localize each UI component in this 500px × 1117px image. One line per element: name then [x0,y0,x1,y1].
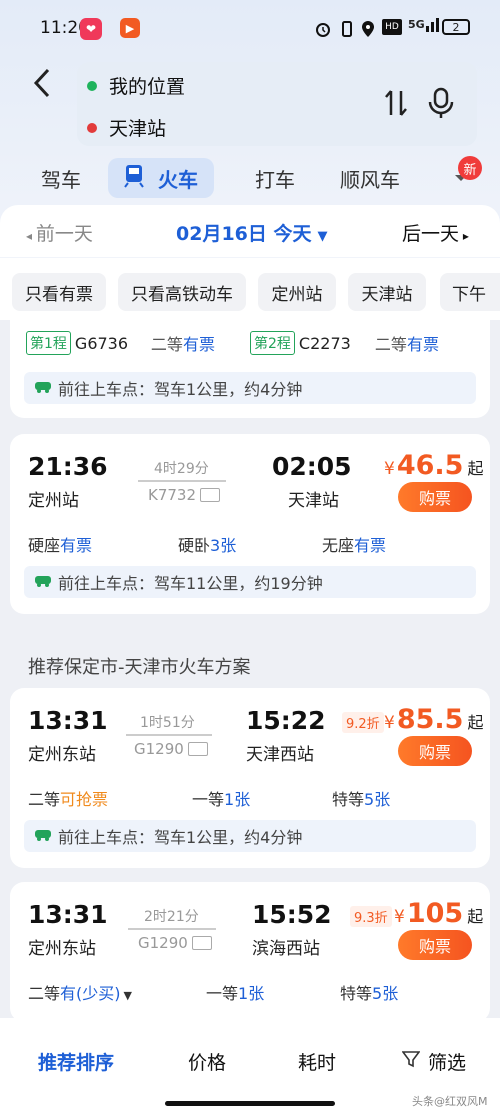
duration: 4时29分 [154,461,209,477]
id-card-icon [200,488,221,502]
seat-info: 一等1张 [206,984,265,1003]
id-card-icon [191,936,212,950]
filter-high-speed[interactable]: 只看高铁动车 [118,273,246,311]
battery-icon: 2 [442,19,470,35]
destination-dot-icon [87,122,97,133]
leg2-tag: 第2程 [250,331,295,355]
sort-price[interactable]: 价格 [188,1048,226,1075]
section-title: 推荐保定市-天津市火车方案 [28,657,251,678]
transfer-card[interactable]: 第1程 G6736 二等 有票 第2程 C2273 二等 有票 前往上车点：驾车1公… [10,320,490,418]
route-hint[interactable]: 前往上车点：驾车1公里，约4分钟 [24,372,476,404]
id-card-icon [187,742,208,756]
leg1-tag: 第1程 [26,331,71,355]
discount-badge: 9.2折 [342,712,384,733]
arrival-station: 滨海西站 [252,939,320,959]
vibrate-icon [338,20,356,38]
filter-button[interactable]: 筛选 [401,1048,466,1075]
buy-ticket-button[interactable]: 购票 [398,736,472,766]
date-selector[interactable]: 02月16日 今天 ▼ [176,219,328,246]
sort-duration[interactable]: 耗时 [298,1048,336,1075]
ticket-price: ¥46.5 起 [384,450,484,481]
location-icon [360,20,376,38]
car-icon [34,378,52,398]
seat-info[interactable]: 二等有(少买) ▼ [28,980,132,1004]
train-number: G1290 [134,740,208,758]
sort-recommended[interactable]: 推荐排序 [38,1048,114,1075]
tab-train[interactable]: 火车 [108,158,214,198]
date-bar: ◂ 前一天 02月16日 今天 ▼ 后一天 ▸ [0,205,500,257]
origin-dot-icon [87,80,97,91]
buy-ticket-button[interactable]: 购票 [398,482,472,512]
origin-row[interactable]: 我的位置 [87,72,185,99]
duration-arrow [138,480,226,482]
home-indicator[interactable] [165,1101,335,1106]
destination-row[interactable]: 天津站 [87,114,166,141]
hd-icon: HD [382,19,402,35]
seat-info: 无座有票 [322,536,387,555]
seat-info: 硬座有票 [28,536,93,555]
filter-tianjin-station[interactable]: 天津站 [348,273,426,311]
leg2-train: C2273 [298,333,351,353]
filter-chips: 只看有票 只看高铁动车 定州站 天津站 下午 [0,258,500,320]
departure-time: 13:31 [28,706,108,735]
route-hint[interactable]: 前往上车点：驾车1公里，约4分钟 [24,820,476,852]
duration-arrow [128,928,216,930]
seat-info: 特等5张 [332,790,391,809]
car-icon [34,826,52,846]
next-day-button[interactable]: 后一天 ▸ [402,219,469,246]
duration: 1时51分 [140,715,195,731]
train-card[interactable]: 13:31 定州东站 2时21分 G1290 15:52 滨海西站 9.3折 ¥… [10,882,490,1022]
seat-info: 特等5张 [340,984,399,1003]
train-number: G1290 [138,934,212,952]
arrival-time: 15:22 [246,706,326,735]
funnel-icon [401,1050,421,1073]
signal-icon: 5G [408,16,441,32]
train-card[interactable]: 21:36 定州站 4时29分 K7732 02:05 天津站 ¥46.5 起 购… [10,434,490,614]
seat-info: 一等1张 [192,790,251,809]
car-icon [34,572,52,592]
train-number: K7732 [148,486,221,504]
route-box[interactable]: 我的位置 天津站 [77,62,477,146]
alarm-icon [314,20,332,38]
arrival-station: 天津西站 [246,745,314,765]
swap-icon[interactable] [383,88,409,122]
video-app-icon: ▶ [120,18,140,38]
departure-station: 定州东站 [28,939,96,959]
arrival-time: 15:52 [252,900,332,929]
discount-badge: 9.3折 [350,906,392,927]
route-hint[interactable]: 前往上车点：驾车11公里，约19分钟 [24,566,476,598]
arrival-time: 02:05 [272,452,352,481]
filter-dingzhou-station[interactable]: 定州站 [258,273,336,311]
leg1-train: G6736 [74,333,129,353]
filter-afternoon[interactable]: 下午 [440,273,500,311]
destination-text: 天津站 [109,118,167,140]
filter-has-ticket[interactable]: 只看有票 [12,273,106,311]
prev-day-button[interactable]: ◂ 前一天 [26,219,93,246]
tab-taxi[interactable]: 打车 [250,158,300,198]
back-icon[interactable] [26,66,60,100]
seat-info: 二等可抢票 [28,790,109,809]
status-bar: 11:20 ❤ ▶ HD 5G 2 [0,14,500,44]
origin-text: 我的位置 [109,76,186,98]
app-notification-icon: ❤ [80,18,102,40]
ticket-price: ¥105 起 [394,898,484,929]
departure-time: 13:31 [28,900,108,929]
duration: 2时21分 [144,909,199,925]
watermark: 头条@红双风M [412,1095,488,1108]
microphone-icon[interactable] [427,86,455,124]
transport-tabs: 驾车 火车 打车 顺风车 [0,158,500,200]
duration-arrow [126,734,212,736]
tab-carpool[interactable]: 顺风车 [338,158,402,198]
new-badge: 新 [458,156,482,180]
tab-drive[interactable]: 驾车 [36,158,86,198]
departure-station: 定州东站 [28,745,96,765]
departure-time: 21:36 [28,452,108,481]
ticket-price: ¥85.5 起 [384,704,484,735]
buy-ticket-button[interactable]: 购票 [398,930,472,960]
arrival-station: 天津站 [288,491,339,511]
departure-station: 定州站 [28,491,79,511]
train-card[interactable]: 13:31 定州东站 1时51分 G1290 15:22 天津西站 9.2折 ¥… [10,688,490,868]
seat-info: 硬卧3张 [178,536,237,555]
train-icon [124,164,144,193]
